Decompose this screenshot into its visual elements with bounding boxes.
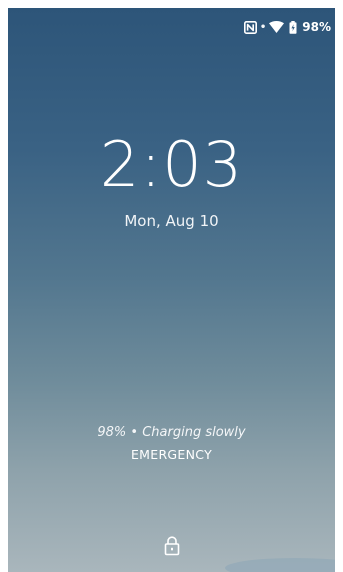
- separator-dot-icon: •: [259, 21, 267, 33]
- status-bar: • 98%: [243, 17, 331, 37]
- wifi-icon: [269, 21, 285, 33]
- clock-time: 2:03: [99, 128, 244, 201]
- emergency-area: EMERGENCY: [8, 447, 335, 462]
- emergency-button[interactable]: EMERGENCY: [131, 447, 212, 462]
- battery-icon: [289, 20, 297, 34]
- date-label: Mon, Aug 10: [124, 212, 219, 230]
- battery-percent: 98%: [302, 20, 331, 34]
- lock-icon[interactable]: [164, 536, 180, 561]
- lock-screen: • 98% 2:03 Mon, Aug 10 98% • Charging sl…: [8, 8, 335, 572]
- nfc-icon: [243, 20, 257, 34]
- charging-status: 98% • Charging slowly: [97, 425, 246, 440]
